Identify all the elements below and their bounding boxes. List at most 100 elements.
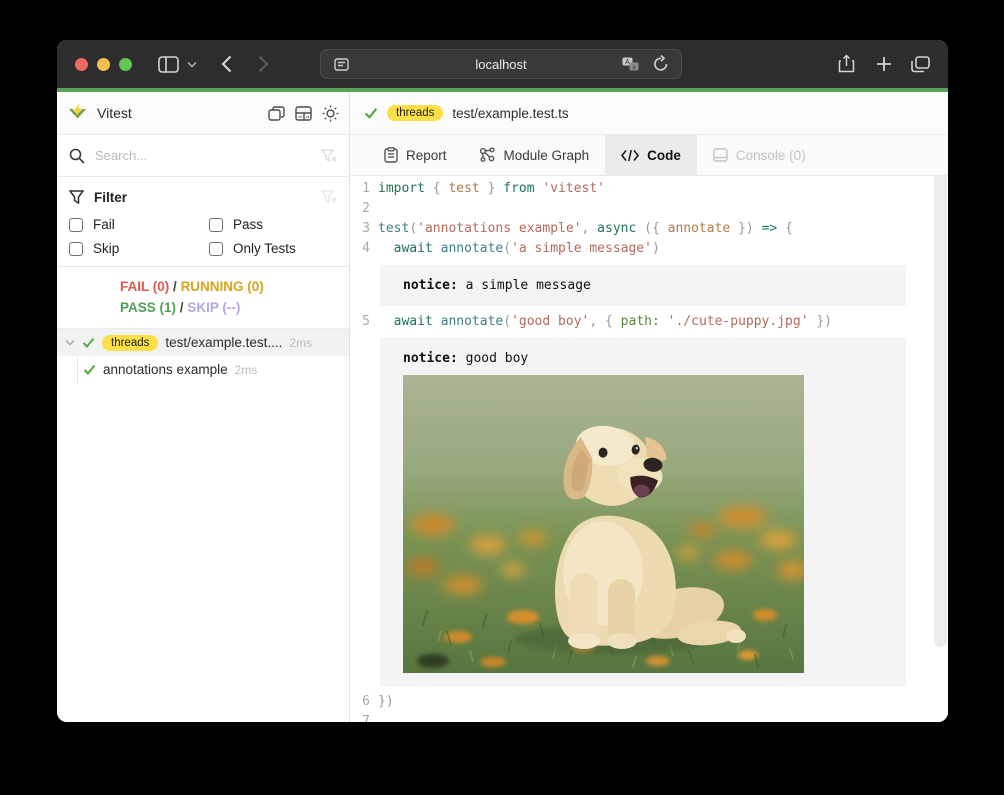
test-tree: threads test/example.test.... 2ms annota…: [57, 329, 349, 722]
scrollbar[interactable]: [934, 176, 947, 647]
traffic-lights: [75, 58, 132, 71]
file-header: threads test/example.test.ts: [350, 92, 948, 135]
code-token: async: [597, 221, 636, 236]
theme-sun-icon[interactable]: [322, 105, 339, 122]
code-line: 2: [350, 199, 948, 219]
line-number: 5: [350, 312, 378, 332]
svg-text:A: A: [625, 59, 630, 66]
code-token: }): [730, 221, 761, 236]
code-token: }: [480, 181, 503, 196]
close-window-button[interactable]: [75, 58, 88, 71]
notice-label: notice:: [403, 278, 458, 293]
app-title: Vitest: [97, 105, 268, 121]
pool-badge: threads: [387, 105, 443, 121]
checkbox-icon[interactable]: [209, 242, 223, 256]
checkbox-icon[interactable]: [69, 218, 83, 232]
code-token: 'a simple message': [511, 241, 652, 256]
checkbox-icon[interactable]: [69, 242, 83, 256]
address-bar[interactable]: localhost Ax: [320, 49, 682, 79]
code-token: path:: [621, 314, 660, 329]
zoom-window-button[interactable]: [119, 58, 132, 71]
code-line: 4 await annotate('a simple message'): [350, 239, 948, 259]
tabs-overview-icon[interactable]: [911, 56, 930, 73]
search-input[interactable]: [95, 148, 311, 163]
checkbox-pass[interactable]: Pass: [209, 217, 337, 232]
code-line: 7: [350, 712, 948, 722]
browser-toolbar: localhost Ax: [57, 40, 948, 88]
notice-label: notice:: [403, 351, 458, 366]
tree-indent-guide: [77, 358, 78, 383]
tab-report[interactable]: Report: [368, 135, 463, 175]
search-row: [57, 135, 349, 177]
minimize-window-button[interactable]: [97, 58, 110, 71]
chevron-down-icon[interactable]: [187, 61, 197, 68]
chevron-down-icon[interactable]: [65, 339, 75, 346]
sidebar-toggle-icon[interactable]: [158, 56, 179, 73]
line-number: 6: [350, 692, 378, 712]
browser-window: localhost Ax: [57, 40, 948, 722]
test-case-name: annotations example: [103, 362, 228, 377]
code-token: test: [378, 221, 409, 236]
code-token: './cute-puppy.jpg': [668, 314, 809, 329]
code-line: 3test('annotations example', async ({ an…: [350, 219, 948, 239]
checkbox-skip[interactable]: Skip: [69, 241, 209, 256]
forward-icon: [258, 55, 269, 73]
tab-code[interactable]: Code: [605, 135, 697, 175]
reload-icon[interactable]: [653, 55, 669, 73]
line-number: 3: [350, 219, 378, 239]
back-icon[interactable]: [221, 55, 232, 73]
code-token: annotate: [441, 241, 504, 256]
filter-title: Filter: [94, 190, 311, 205]
code-token: 'good boy': [511, 314, 589, 329]
pass-check-icon: [83, 364, 96, 375]
main-panel: threads test/example.test.ts Report Modu…: [350, 92, 948, 722]
code-line: 6}): [350, 692, 948, 712]
code-editor[interactable]: 1import { test } from 'vitest'23test('an…: [350, 176, 948, 722]
checkbox-only-tests[interactable]: Only Tests: [209, 241, 337, 256]
code-token: test: [448, 181, 479, 196]
line-number: 7: [350, 712, 378, 722]
pass-check-icon: [364, 107, 378, 119]
translate-icon[interactable]: Ax: [622, 57, 639, 72]
tab-bar: Report Module Graph Code Console (0): [350, 135, 948, 176]
code-token: [378, 314, 394, 329]
funnel-icon: [69, 190, 84, 204]
filter-section: Filter Fail Pass Skip Only Tests: [57, 177, 349, 267]
annotation-notice: notice: good boy: [380, 338, 906, 686]
test-file-row[interactable]: threads test/example.test.... 2ms: [57, 329, 349, 356]
checkbox-fail[interactable]: Fail: [69, 217, 209, 232]
code-token: [433, 314, 441, 329]
dashboard-icon[interactable]: [295, 106, 312, 121]
collapse-windows-icon[interactable]: [268, 106, 285, 121]
line-number: 4: [350, 239, 378, 259]
code-token: 'annotations example': [417, 221, 581, 236]
sidebar: Vitest: [57, 92, 350, 722]
vitest-logo-icon: [67, 103, 88, 123]
code-token: {: [777, 221, 793, 236]
search-icon: [69, 148, 85, 164]
tab-module-graph[interactable]: Module Graph: [463, 135, 606, 175]
summary-line-2: PASS (1) / SKIP (--): [120, 297, 349, 318]
code-token: [433, 241, 441, 256]
code-token: , {: [589, 314, 620, 329]
code-token: 'vitest': [542, 181, 605, 196]
puppy-photo: [403, 375, 804, 673]
code-line: 5 await annotate('good boy', { path: './…: [350, 312, 948, 332]
new-tab-icon[interactable]: [876, 56, 892, 72]
code-token: annotate: [668, 221, 731, 236]
code-text: import { test } from 'vitest': [378, 179, 605, 199]
code-token: (: [503, 314, 511, 329]
code-token: }): [378, 694, 394, 709]
line-number: 2: [350, 199, 378, 219]
code-token: annotate: [441, 314, 504, 329]
checkbox-icon[interactable]: [209, 218, 223, 232]
test-case-row[interactable]: annotations example 2ms: [57, 356, 349, 383]
code-token: (: [503, 241, 511, 256]
test-duration: 2ms: [289, 336, 312, 350]
code-token: =>: [762, 221, 778, 236]
desktop-background: localhost Ax: [0, 0, 1004, 795]
fail-count: FAIL (0): [120, 279, 169, 294]
pass-count: PASS (1): [120, 300, 176, 315]
code-token: from: [503, 181, 534, 196]
share-icon[interactable]: [838, 54, 855, 74]
